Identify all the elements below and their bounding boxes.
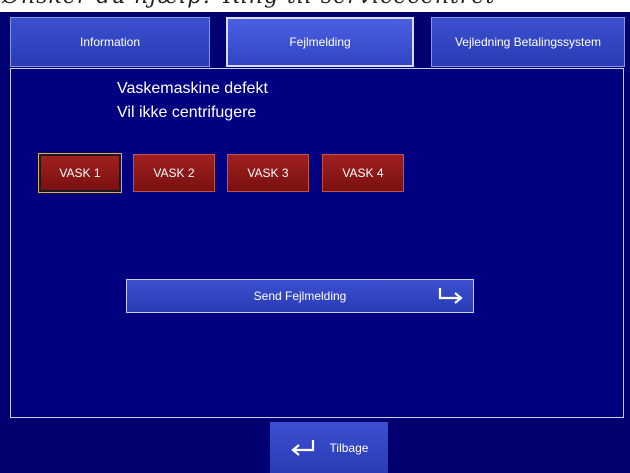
error-report-panel: Vaskemaskine defekt Vil ikke centrifuger… — [10, 68, 624, 418]
tab-vejledning-betalingssystem[interactable]: Vejledning Betalingssystem — [431, 17, 625, 67]
tab-fejlmelding[interactable]: Fejlmelding — [226, 17, 414, 67]
machine-button-vask-1[interactable]: VASK 1 — [38, 153, 122, 193]
machine-button-vask-3[interactable]: VASK 3 — [227, 154, 309, 192]
enter-arrow-icon — [438, 288, 463, 304]
back-button[interactable]: Tilbage — [270, 422, 388, 473]
error-message-title: Vaskemaskine defekt — [117, 80, 268, 97]
tab-label: Fejlmelding — [289, 35, 351, 49]
send-error-report-button[interactable]: Send Fejlmelding — [126, 279, 474, 313]
machine-button-label: VASK 3 — [247, 166, 289, 180]
send-button-label: Send Fejlmelding — [253, 289, 347, 303]
return-arrow-icon — [290, 439, 314, 456]
machine-button-vask-2[interactable]: VASK 2 — [133, 154, 215, 192]
top-strip-text: Ønsker du hjælp? Ring til servicecentret — [2, 0, 495, 9]
top-strip: Ønsker du hjælp? Ring til servicecentret — [0, 0, 630, 12]
back-button-label: Tilbage — [329, 440, 369, 455]
tab-bar: Information Fejlmelding Vejledning Betal… — [0, 12, 630, 68]
error-message-detail: Vil ikke centrifugere — [117, 104, 257, 121]
machine-button-vask-4[interactable]: VASK 4 — [322, 154, 404, 192]
tab-label: Information — [79, 35, 141, 49]
tab-label: Vejledning Betalingssystem — [454, 35, 602, 49]
machine-button-label: VASK 4 — [342, 166, 384, 180]
machine-button-label: VASK 1 — [59, 166, 101, 180]
tab-information[interactable]: Information — [10, 17, 210, 67]
machine-button-label: VASK 2 — [153, 166, 195, 180]
